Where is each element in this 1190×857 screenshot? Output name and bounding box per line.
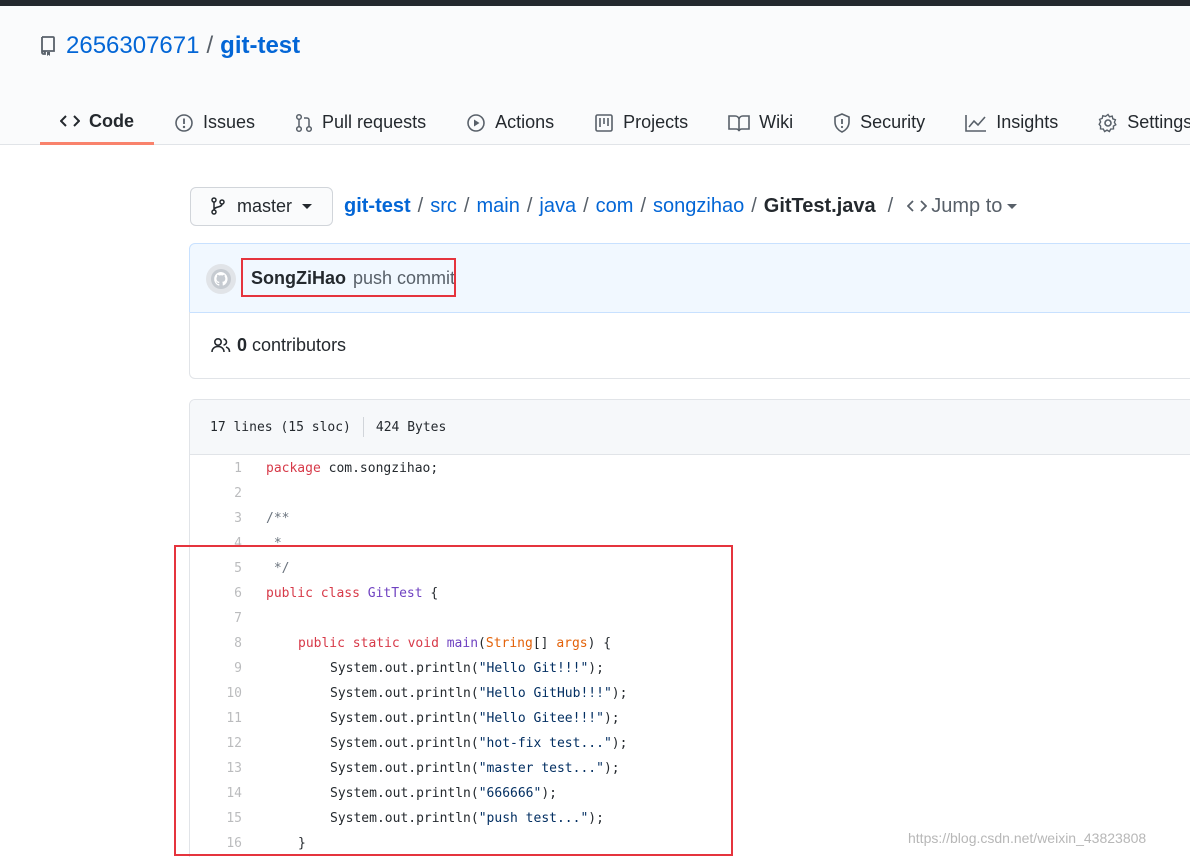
tab-label: Code <box>89 110 134 131</box>
breadcrumb-separator: / <box>463 194 470 217</box>
breadcrumb-separator: / <box>887 194 894 217</box>
book-icon <box>728 114 750 132</box>
breadcrumb-separator: / <box>640 194 647 217</box>
file-info-header: 17 lines (15 sloc) 424 Bytes <box>190 400 1190 455</box>
annotation-highlight-box-code <box>174 545 733 856</box>
branch-icon <box>211 197 225 215</box>
line-number[interactable]: 2 <box>190 486 242 501</box>
code-keyword: package <box>266 461 321 476</box>
tab-wiki[interactable]: Wiki <box>708 100 813 145</box>
breadcrumb: master git-test / src / main / java / co… <box>190 186 1018 226</box>
tab-label: Wiki <box>759 112 794 132</box>
line-number[interactable]: 3 <box>190 511 242 526</box>
watermark: https://blog.csdn.net/weixin_43823808 <box>908 830 1147 846</box>
divider <box>362 417 364 437</box>
people-icon <box>211 337 231 353</box>
branch-select-button[interactable]: master <box>190 186 333 226</box>
breadcrumb-link-com[interactable]: com <box>596 195 634 218</box>
code-text: com.songzihao; <box>320 461 439 476</box>
tab-insights[interactable]: Insights <box>945 100 1078 145</box>
chevron-down-icon <box>302 203 313 209</box>
pull-request-icon <box>295 113 313 133</box>
play-icon <box>466 113 486 133</box>
branch-name: master <box>237 195 293 216</box>
shield-icon <box>833 112 851 133</box>
tab-label: Projects <box>623 112 689 132</box>
tab-label: Issues <box>203 112 256 132</box>
tab-label: Security <box>860 112 926 132</box>
repo-icon <box>40 36 56 56</box>
chevron-down-icon <box>1007 203 1018 209</box>
breadcrumb-repo-link[interactable]: git-test <box>344 195 411 218</box>
tab-label: Pull requests <box>322 112 427 132</box>
breadcrumb-separator: / <box>751 194 757 217</box>
breadcrumb-current-file: GitTest.java <box>763 194 876 217</box>
code-line: /** <box>266 511 290 526</box>
breadcrumb-link-src[interactable]: src <box>430 195 457 218</box>
tab-pull-requests[interactable]: Pull requests <box>275 100 446 145</box>
repository-header: 2656307671 / git-test Code Issues Pull r… <box>0 6 1190 145</box>
contributor-count: 0 <box>237 334 248 355</box>
tab-issues[interactable]: Issues <box>154 100 275 145</box>
tab-settings[interactable]: Settings <box>1078 100 1190 145</box>
file-size: 424 Bytes <box>375 419 447 435</box>
avatar[interactable] <box>206 264 236 294</box>
annotation-highlight-box-commit <box>241 258 456 297</box>
repo-title-separator: / <box>206 32 214 59</box>
issue-icon <box>174 113 194 133</box>
tab-label: Actions <box>495 112 555 132</box>
tab-projects[interactable]: Projects <box>574 100 708 145</box>
project-icon <box>594 113 614 133</box>
file-line-count: 17 lines (15 sloc) <box>210 419 351 435</box>
repo-name-link[interactable]: git-test <box>220 32 300 60</box>
code-line: package com.songzihao; <box>266 461 438 476</box>
breadcrumb-separator: / <box>526 194 533 217</box>
repo-title: 2656307671 / git-test <box>40 32 300 60</box>
line-number[interactable]: 1 <box>190 461 242 476</box>
breadcrumb-separator: / <box>583 194 589 217</box>
repo-nav-tabs: Code Issues Pull requests Actions Projec… <box>40 100 1190 145</box>
graph-icon <box>965 114 987 132</box>
jump-to-button[interactable]: Jump to <box>907 194 1018 218</box>
jump-to-label: Jump to <box>931 194 1003 217</box>
code-icon <box>60 113 80 129</box>
contributors-box: 0 contributors <box>189 312 1190 379</box>
tab-security[interactable]: Security <box>813 100 945 145</box>
tab-label: Insights <box>996 112 1059 132</box>
tab-label: Settings <box>1127 112 1190 132</box>
breadcrumb-link-main[interactable]: main <box>476 195 519 218</box>
breadcrumb-link-java[interactable]: java <box>539 195 576 218</box>
breadcrumb-link-songzihao[interactable]: songzihao <box>653 195 744 218</box>
tab-actions[interactable]: Actions <box>446 100 574 145</box>
gear-icon <box>1098 112 1118 133</box>
contributors-label: contributors <box>252 334 347 355</box>
tab-code[interactable]: Code <box>40 100 154 145</box>
breadcrumb-separator: / <box>417 194 424 217</box>
code-icon <box>907 199 928 213</box>
repo-owner-link[interactable]: 2656307671 <box>66 32 199 60</box>
